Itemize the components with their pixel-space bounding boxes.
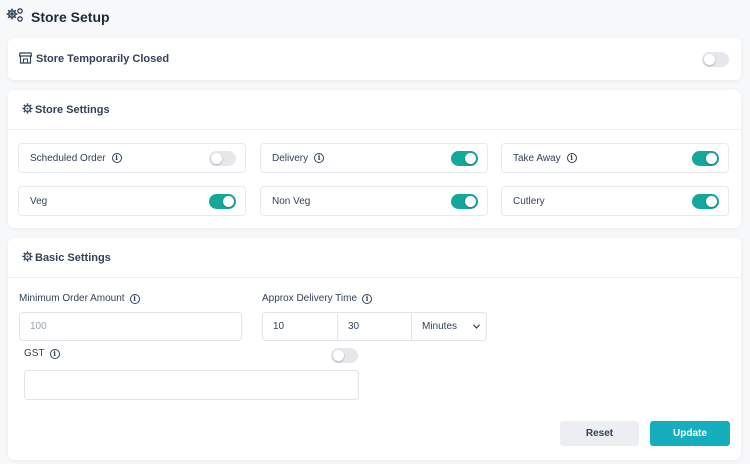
- store-closed-card: Store Temporarily Closed: [8, 38, 741, 80]
- gst-toggle[interactable]: [331, 348, 358, 363]
- store-closed-label: Store Temporarily Closed: [36, 53, 170, 65]
- option-label: Scheduled Order: [30, 152, 106, 164]
- min-order-input[interactable]: 100: [19, 312, 242, 341]
- option-label: Take Away: [513, 152, 561, 164]
- store-settings-title: Store Settings: [35, 103, 110, 116]
- page-title: Store Setup: [31, 9, 110, 25]
- delivery-time-label-row: Approx Delivery Time i: [262, 293, 373, 304]
- delivery-time-label: Approx Delivery Time: [262, 293, 358, 304]
- shop-icon: [18, 51, 33, 67]
- info-icon[interactable]: i: [111, 153, 122, 163]
- store-closed-toggle[interactable]: [702, 51, 729, 67]
- min-order-placeholder: 100: [30, 321, 47, 332]
- basic-settings-card: Basic Settings Minimum Order Amount i 10…: [8, 238, 741, 460]
- delivery-time-unit-select[interactable]: Minutes: [411, 312, 487, 341]
- delivery-time-min-input[interactable]: 10: [262, 312, 338, 341]
- option-cutlery: Cutlery: [501, 186, 729, 216]
- info-icon[interactable]: i: [314, 153, 325, 163]
- option-delivery: Delivery i: [260, 143, 488, 173]
- veg-toggle[interactable]: [209, 193, 236, 209]
- info-icon[interactable]: i: [49, 348, 60, 359]
- option-veg: Veg: [18, 186, 246, 216]
- reset-button[interactable]: Reset: [560, 421, 639, 446]
- page-header: Store Setup: [6, 6, 110, 28]
- gst-label: GST: [24, 348, 45, 359]
- gear-icon: [22, 102, 33, 117]
- min-order-label: Minimum Order Amount: [19, 293, 125, 304]
- chevron-down-icon: [473, 321, 480, 332]
- non-veg-toggle[interactable]: [451, 193, 478, 209]
- basic-settings-header: Basic Settings: [8, 238, 741, 278]
- gst-input[interactable]: [24, 370, 359, 400]
- update-button[interactable]: Update: [650, 421, 730, 446]
- info-icon[interactable]: i: [566, 153, 577, 163]
- delivery-time-unit-value: Minutes: [422, 321, 458, 332]
- delivery-toggle[interactable]: [451, 150, 478, 166]
- delivery-time-max-input[interactable]: 30: [337, 312, 412, 341]
- scheduled-order-toggle[interactable]: [209, 150, 236, 166]
- gst-label-row: GST i: [24, 348, 60, 359]
- gear-icon: [22, 250, 33, 265]
- info-icon[interactable]: i: [362, 293, 373, 304]
- store-settings-card: Store Settings Scheduled Order i Deliver…: [8, 90, 741, 228]
- option-non-veg: Non Veg: [260, 186, 488, 216]
- cutlery-toggle[interactable]: [692, 193, 719, 209]
- option-label: Delivery: [272, 152, 309, 164]
- take-away-toggle[interactable]: [692, 150, 719, 166]
- delivery-time-min-value: 10: [273, 321, 285, 332]
- option-take-away: Take Away i: [501, 143, 729, 173]
- option-label: Non Veg: [272, 195, 311, 207]
- info-icon[interactable]: i: [129, 293, 140, 304]
- delivery-time-max-value: 30: [348, 321, 360, 332]
- option-scheduled-order: Scheduled Order i: [18, 143, 246, 173]
- store-settings-header: Store Settings: [8, 90, 741, 130]
- min-order-label-row: Minimum Order Amount i: [19, 293, 140, 304]
- option-label: Cutlery: [513, 195, 545, 207]
- gears-icon: [6, 7, 24, 28]
- basic-settings-title: Basic Settings: [35, 251, 111, 264]
- option-label: Veg: [30, 195, 48, 207]
